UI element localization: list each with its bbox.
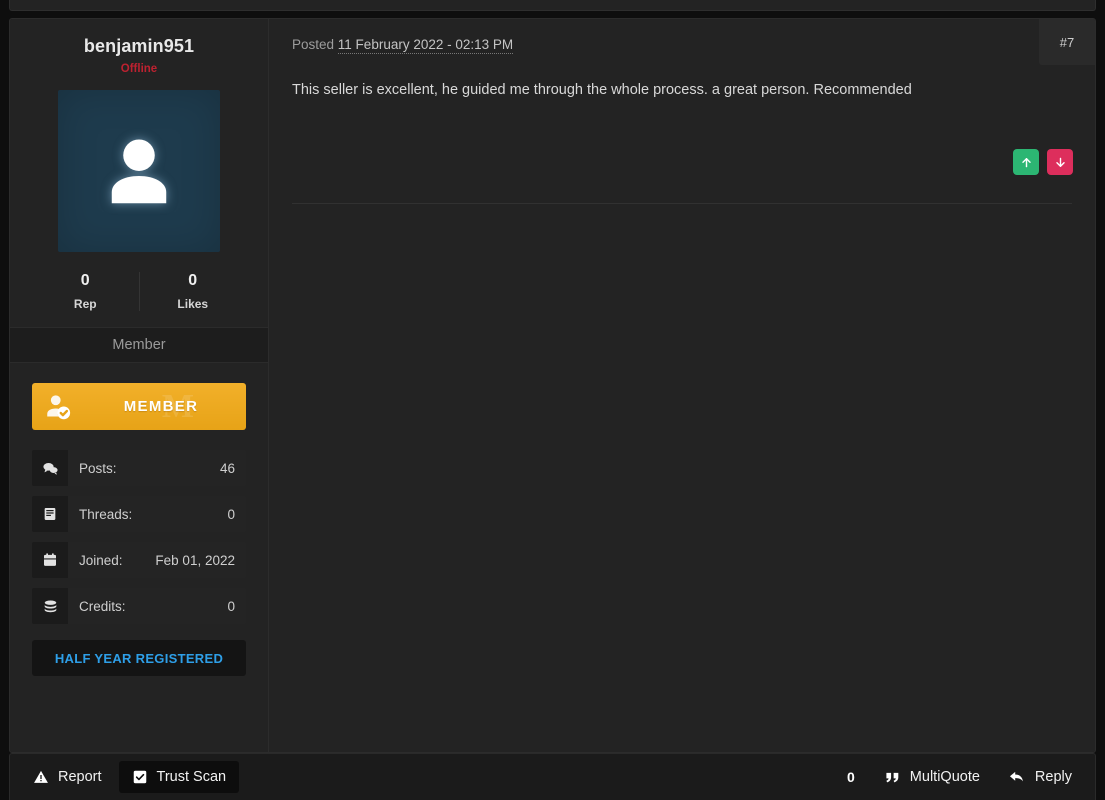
warning-triangle-icon	[33, 769, 49, 785]
user-verified-icon	[32, 392, 84, 422]
post-number[interactable]: #7	[1039, 19, 1095, 65]
award-container: HALF YEAR REGISTERED	[10, 634, 268, 676]
reply-button[interactable]: Reply	[995, 761, 1085, 793]
reply-label: Reply	[1034, 769, 1072, 785]
posted-prefix: Posted	[292, 37, 335, 52]
stat-likes-value: 0	[188, 272, 198, 289]
info-row-credits: Credits: 0	[32, 588, 246, 624]
author-info-list: Posts: 46 Threads: 0 Joined: Feb 01, 202…	[10, 430, 268, 624]
post-toolbar: Report Trust Scan 0 MultiQuote Reply	[9, 753, 1096, 800]
post-author-sidebar: benjamin951 Offline 0 Rep 0 Likes Member…	[10, 19, 269, 752]
info-label-threads: Threads:	[79, 506, 133, 522]
post-vote-buttons	[1013, 149, 1073, 175]
award-half-year-registered[interactable]: HALF YEAR REGISTERED	[32, 640, 246, 676]
avatar[interactable]	[58, 90, 220, 252]
author-stats: 0 Rep 0 Likes	[10, 272, 268, 327]
post-body-text: This seller is excellent, he guided me t…	[292, 82, 912, 98]
stat-rep-label: Rep	[73, 297, 97, 311]
toolbar-right-group: 0 MultiQuote Reply	[833, 761, 1085, 793]
stat-rep[interactable]: 0 Rep	[32, 272, 139, 311]
checkbox-checked-icon	[132, 769, 148, 785]
stat-rep-value: 0	[80, 272, 90, 289]
info-value-threads: 0	[227, 506, 235, 522]
post-card: benjamin951 Offline 0 Rep 0 Likes Member…	[9, 18, 1096, 753]
post-meta: Posted 11 February 2022 - 02:13 PM	[269, 19, 1095, 54]
info-row-posts: Posts: 46	[32, 450, 246, 486]
post-content-column: #7 Posted 11 February 2022 - 02:13 PM Th…	[269, 19, 1095, 752]
info-value-credits: 0	[227, 598, 235, 614]
member-badge-container: M MEMBER	[10, 363, 268, 430]
arrow-up-icon	[1020, 156, 1033, 169]
arrow-down-icon	[1054, 156, 1067, 169]
author-username[interactable]: benjamin951	[10, 19, 268, 57]
info-row-threads: Threads: 0	[32, 496, 246, 532]
stat-likes-label: Likes	[177, 297, 209, 311]
coins-icon	[32, 588, 68, 624]
reply-arrow-icon	[1008, 768, 1026, 786]
report-button[interactable]: Report	[20, 761, 115, 793]
info-row-joined: Joined: Feb 01, 2022	[32, 542, 246, 578]
vote-up-button[interactable]	[1013, 149, 1039, 175]
user-silhouette-icon	[96, 128, 182, 214]
multiquote-label: MultiQuote	[909, 769, 980, 785]
info-label-joined: Joined:	[79, 552, 123, 568]
quote-icon	[884, 769, 901, 786]
quote-count: 0	[847, 769, 855, 785]
threads-icon	[32, 496, 68, 532]
previous-post-sliver	[9, 0, 1096, 11]
calendar-icon	[32, 542, 68, 578]
author-online-status: Offline	[120, 63, 158, 75]
member-badge-label: MEMBER	[123, 398, 199, 415]
info-value-joined: Feb 01, 2022	[155, 552, 235, 568]
info-label-posts: Posts:	[79, 460, 117, 476]
info-value-posts: 46	[219, 460, 235, 476]
comments-icon	[32, 450, 68, 486]
report-label: Report	[58, 769, 102, 785]
multiquote-button[interactable]: MultiQuote	[871, 761, 993, 793]
trust-scan-button[interactable]: Trust Scan	[118, 761, 240, 793]
toolbar-left-group: Report Trust Scan	[20, 761, 240, 793]
stat-likes[interactable]: 0 Likes	[138, 272, 247, 311]
post-date[interactable]: 11 February 2022 - 02:13 PM	[337, 37, 514, 54]
post-divider	[292, 203, 1072, 204]
vote-down-button[interactable]	[1047, 149, 1073, 175]
avatar-container	[10, 75, 268, 252]
trust-scan-label: Trust Scan	[156, 769, 227, 785]
forum-post-page: benjamin951 Offline 0 Rep 0 Likes Member…	[0, 0, 1105, 800]
info-label-credits: Credits:	[79, 598, 126, 614]
member-badge: M MEMBER	[32, 383, 246, 430]
author-usergroup: Member	[10, 327, 268, 363]
